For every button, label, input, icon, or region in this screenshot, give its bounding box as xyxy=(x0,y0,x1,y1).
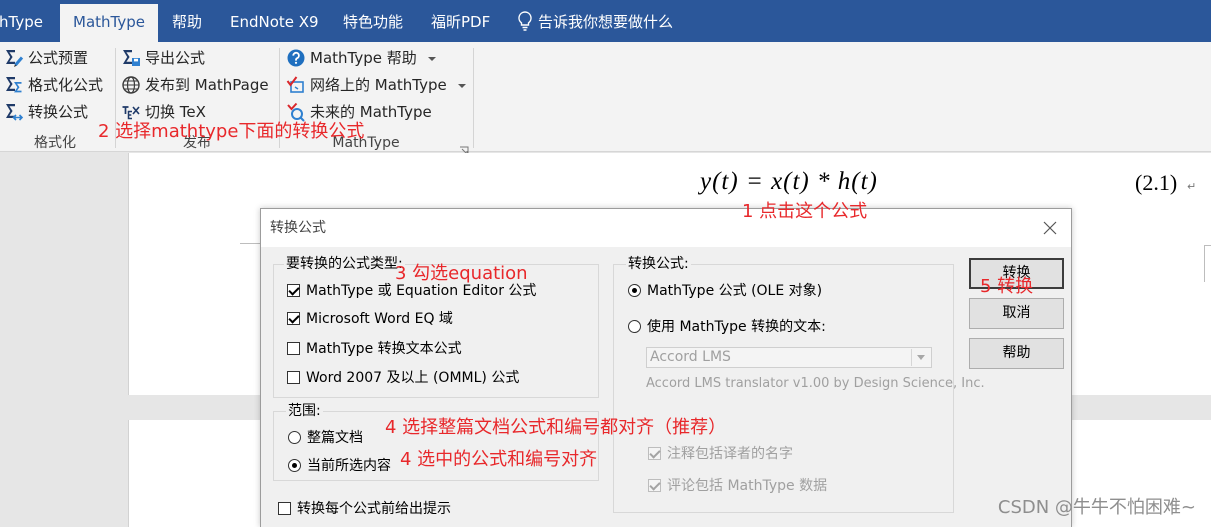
radio-button[interactable] xyxy=(288,431,301,444)
dialog-title-bar[interactable]: 转换公式 xyxy=(261,209,1071,247)
translator-info: Accord LMS translator v1.00 by Design Sc… xyxy=(646,376,985,391)
convert-equations-dialog: 转换公式 要转换的公式类型: MathType 或 Equation Edito… xyxy=(260,208,1072,527)
annotation-step-2: 2 选择mathtype下面的转换公式 xyxy=(98,121,365,142)
tex-icon xyxy=(121,102,141,122)
tell-me-search[interactable]: 告诉我你想要做什么 xyxy=(538,4,673,40)
checkbox[interactable] xyxy=(648,479,661,492)
radio-label: 整篇文档 xyxy=(307,430,363,446)
ribbon-button-label: 导出公式 xyxy=(145,49,206,67)
future-icon xyxy=(286,102,306,122)
text-boundary-mark xyxy=(240,243,262,244)
convert-equations-icon xyxy=(4,102,24,122)
help-icon xyxy=(286,48,306,68)
annotation-step-5: 5 转换 xyxy=(980,276,1034,297)
ribbon-button-label: 转换公式 xyxy=(28,103,89,121)
translator-select-value: Accord LMS xyxy=(650,349,731,365)
close-icon[interactable] xyxy=(1042,220,1058,236)
checkbox-label: 转换每个公式前给出提示 xyxy=(297,501,451,517)
tab-mathtype-cut[interactable]: hType xyxy=(0,4,43,42)
ribbon-button-label: MathType 帮助 xyxy=(310,49,417,67)
ribbon-button-label: 网络上的 MathType xyxy=(310,76,447,94)
translator-select[interactable]: Accord LMS xyxy=(646,347,932,368)
group-legend: 范围: xyxy=(286,402,323,420)
equation-number: (2.1) xyxy=(1135,170,1178,195)
ribbon-tab-bar: hType MathType 帮助 EndNote X9 特色功能 福昕PDF … xyxy=(0,0,1211,42)
checkbox-label: 评论包括 MathType 数据 xyxy=(667,478,828,494)
tab-special-features[interactable]: 特色功能 xyxy=(343,4,403,42)
tab-foxit-pdf[interactable]: 福昕PDF xyxy=(431,4,490,42)
ribbon-button-label: 发布到 MathPage xyxy=(145,76,269,94)
checkbox-label: MathType 转换文本公式 xyxy=(306,341,462,357)
format-equations-icon xyxy=(4,75,24,95)
group-legend: 要转换的公式类型: xyxy=(284,255,405,273)
web-icon xyxy=(286,75,306,95)
radio-button[interactable] xyxy=(288,459,301,472)
text-boundary-mark xyxy=(1204,245,1211,246)
radio-button[interactable] xyxy=(628,284,641,297)
annotation-step-4a: 4 选择整篇文档公式和编号都对齐（推荐） xyxy=(385,417,727,438)
paragraph-mark: ↵ xyxy=(1187,180,1197,193)
dialog-title: 转换公式 xyxy=(270,220,326,236)
radio-label: 使用 MathType 转换的文本: xyxy=(647,319,826,335)
ribbon-button-label: 格式化公式 xyxy=(28,76,104,94)
checkbox-label: Word 2007 及以上 (OMML) 公式 xyxy=(306,370,520,386)
help-button[interactable]: 帮助 xyxy=(969,338,1064,369)
radio-label: 当前所选内容 xyxy=(307,458,391,474)
chevron-down-icon[interactable] xyxy=(428,57,436,61)
checkbox[interactable] xyxy=(648,447,661,460)
checkbox[interactable] xyxy=(278,502,291,515)
globe-icon xyxy=(121,75,141,95)
checkbox-label: 注释包括译者的名字 xyxy=(667,446,793,462)
annotation-step-1: 1 点击这个公式 xyxy=(742,201,868,222)
text-boundary-mark xyxy=(1204,245,1205,282)
ribbon-button-label: 公式预置 xyxy=(28,49,89,67)
dialog-launcher-icon[interactable] xyxy=(459,141,469,155)
annotation-step-4b: 4 选中的公式和编号对齐 xyxy=(400,449,598,470)
watermark: CSDN @牛牛不怕困难~ xyxy=(997,497,1196,518)
annotation-step-3: 3 勾选equation xyxy=(395,263,528,284)
export-equations-icon xyxy=(121,48,141,68)
group-separator xyxy=(473,48,474,148)
radio-label: MathType 公式 (OLE 对象) xyxy=(647,283,823,299)
cancel-button[interactable]: 取消 xyxy=(969,298,1064,329)
group-legend: 转换公式: xyxy=(626,255,691,273)
lightbulb-icon[interactable] xyxy=(515,10,535,32)
chevron-down-icon[interactable] xyxy=(911,349,930,366)
tab-endnote[interactable]: EndNote X9 xyxy=(230,4,319,42)
equation-object[interactable]: y(t) = x(t) * h(t) xyxy=(700,168,878,196)
checkbox[interactable] xyxy=(287,312,300,325)
group-label-format: 格式化 xyxy=(34,135,76,151)
radio-button[interactable] xyxy=(628,320,641,333)
checkbox[interactable] xyxy=(287,371,300,384)
checkbox[interactable] xyxy=(287,342,300,355)
tab-help[interactable]: 帮助 xyxy=(172,4,202,42)
checkbox[interactable] xyxy=(287,284,300,297)
tab-mathtype[interactable]: MathType xyxy=(60,4,158,42)
checkbox-label: Microsoft Word EQ 域 xyxy=(306,311,453,327)
equation-preferences-icon xyxy=(4,48,24,68)
chevron-down-icon[interactable] xyxy=(458,84,466,88)
